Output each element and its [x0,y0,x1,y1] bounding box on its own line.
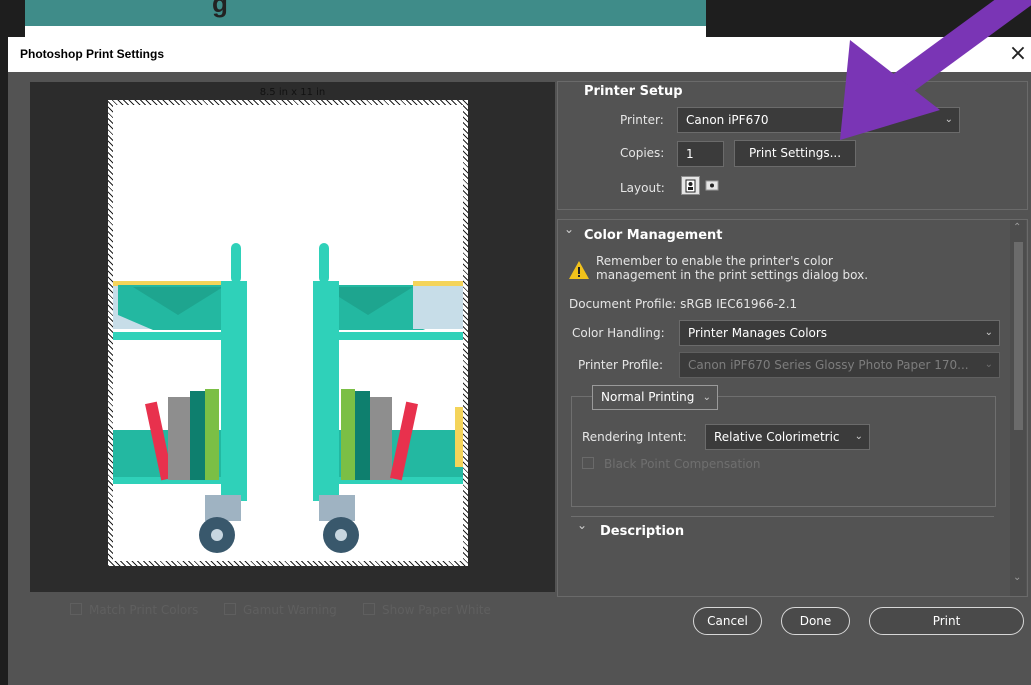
cart-wheel-hub [211,529,223,541]
book [205,389,219,480]
match-print-colors-checkbox[interactable]: Match Print Colors [70,603,198,617]
print-settings-button[interactable]: Print Settings... [734,140,856,167]
chevron-down-icon: ⌄ [854,431,863,442]
portrait-layout-icon[interactable] [681,176,700,195]
cart-illustration [113,243,463,553]
checkbox-label: Gamut Warning [243,603,337,617]
warning-triangle [569,261,589,279]
normal-printing-select[interactable]: Normal Printing ⌄ [592,385,718,410]
background-banner [25,0,706,26]
cart-wheel-hub [335,529,347,541]
shelf-books [413,285,463,329]
book [341,389,355,480]
book [168,397,190,480]
preview-image [113,105,463,561]
color-handling-select[interactable]: Printer Manages Colors ⌄ [679,320,1000,346]
cart-caster [319,495,355,521]
warning-text-line2: management in the print settings dialog … [596,268,869,282]
rendering-intent-select[interactable]: Relative Colorimetric ⌄ [705,424,870,450]
chevron-down-icon: ⌄ [984,359,993,370]
cart-shelf [113,332,233,340]
warning-icon [568,260,590,284]
print-preview: 8.5 in x 11 in [30,82,555,592]
cart-post [313,281,339,501]
black-point-checkbox[interactable]: Black Point Compensation [582,457,761,471]
scrollbar[interactable]: ⌃ ⌄ [1010,220,1026,596]
layout-label: Layout: [620,181,665,195]
color-management-panel: ⌄ Color Management Remember to enable th… [557,219,1028,597]
section-divider [571,516,994,517]
scroll-down-icon[interactable]: ⌄ [1013,572,1021,583]
printer-profile-select[interactable]: Canon iPF670 Series Glossy Photo Paper 1… [679,352,1000,378]
printer-setup-panel: Printer Setup Printer: Canon iPF670 ⌄ Co… [557,81,1028,210]
landscape-icon-glyph [705,180,719,191]
done-button[interactable]: Done [781,607,850,635]
show-paper-white-checkbox[interactable]: Show Paper White [363,603,491,617]
expand-chevron-icon[interactable]: ⌄ [577,518,587,532]
preview-paper [108,100,468,566]
cart-caster [205,495,241,521]
color-management-heading: Color Management [584,228,723,243]
checkbox-box[interactable] [363,603,375,615]
book [190,391,205,480]
cancel-button[interactable]: Cancel [693,607,762,635]
rendering-group [571,396,996,507]
document-profile: Document Profile: sRGB IEC61966-2.1 [569,297,798,311]
collapse-chevron-icon[interactable]: ⌄ [564,222,574,236]
checkbox-label: Match Print Colors [89,603,199,617]
chevron-down-icon: ⌄ [984,327,993,338]
copies-label: Copies: [620,146,665,160]
gamut-warning-checkbox[interactable]: Gamut Warning [224,603,337,617]
book [355,391,370,480]
shelf-books [413,281,463,286]
color-handling-label: Color Handling: [572,326,665,340]
printer-label: Printer: [620,113,664,127]
checkbox-box[interactable] [582,457,594,469]
print-settings-dialog: Photoshop Print Settings × 8.5 in x 11 i… [8,37,1031,685]
printer-value: Canon iPF670 [686,113,769,127]
close-icon[interactable]: × [1005,41,1031,67]
checkbox-box[interactable] [70,603,82,615]
chevron-down-icon: ⌄ [944,114,953,125]
printer-profile-value: Canon iPF670 Series Glossy Photo Paper 1… [688,358,969,372]
cart-post [221,281,247,501]
page-size-label: 8.5 in x 11 in [259,87,326,98]
printer-select[interactable]: Canon iPF670 ⌄ [677,107,960,133]
checkbox-label: Black Point Compensation [604,457,761,471]
book [370,397,392,480]
checkbox-box[interactable] [224,603,236,615]
book [455,407,463,467]
warning-text-line1: Remember to enable the printer's color [596,254,833,268]
scroll-up-icon[interactable]: ⌃ [1013,222,1021,233]
landscape-layout-icon[interactable] [704,177,720,193]
printer-profile-label: Printer Profile: [578,358,664,372]
scrollbar-thumb[interactable] [1014,242,1023,430]
normal-printing-value: Normal Printing [601,390,695,404]
cart-handle [231,243,241,283]
portrait-icon-glyph [685,179,696,193]
color-handling-value: Printer Manages Colors [688,326,828,340]
cart-handle [319,243,329,283]
background-heading-fragment: g [212,0,228,18]
chevron-down-icon: ⌄ [702,392,711,403]
description-heading: Description [600,524,685,539]
copies-input[interactable]: 1 [677,141,724,167]
rendering-intent-label: Rendering Intent: [582,430,687,444]
rendering-intent-value: Relative Colorimetric [714,430,840,444]
printer-setup-heading: Printer Setup [584,84,683,99]
dialog-titlebar: Photoshop Print Settings × [8,37,1031,72]
print-button[interactable]: Print [869,607,1024,635]
checkbox-label: Show Paper White [382,603,491,617]
dialog-title: Photoshop Print Settings [20,47,164,61]
